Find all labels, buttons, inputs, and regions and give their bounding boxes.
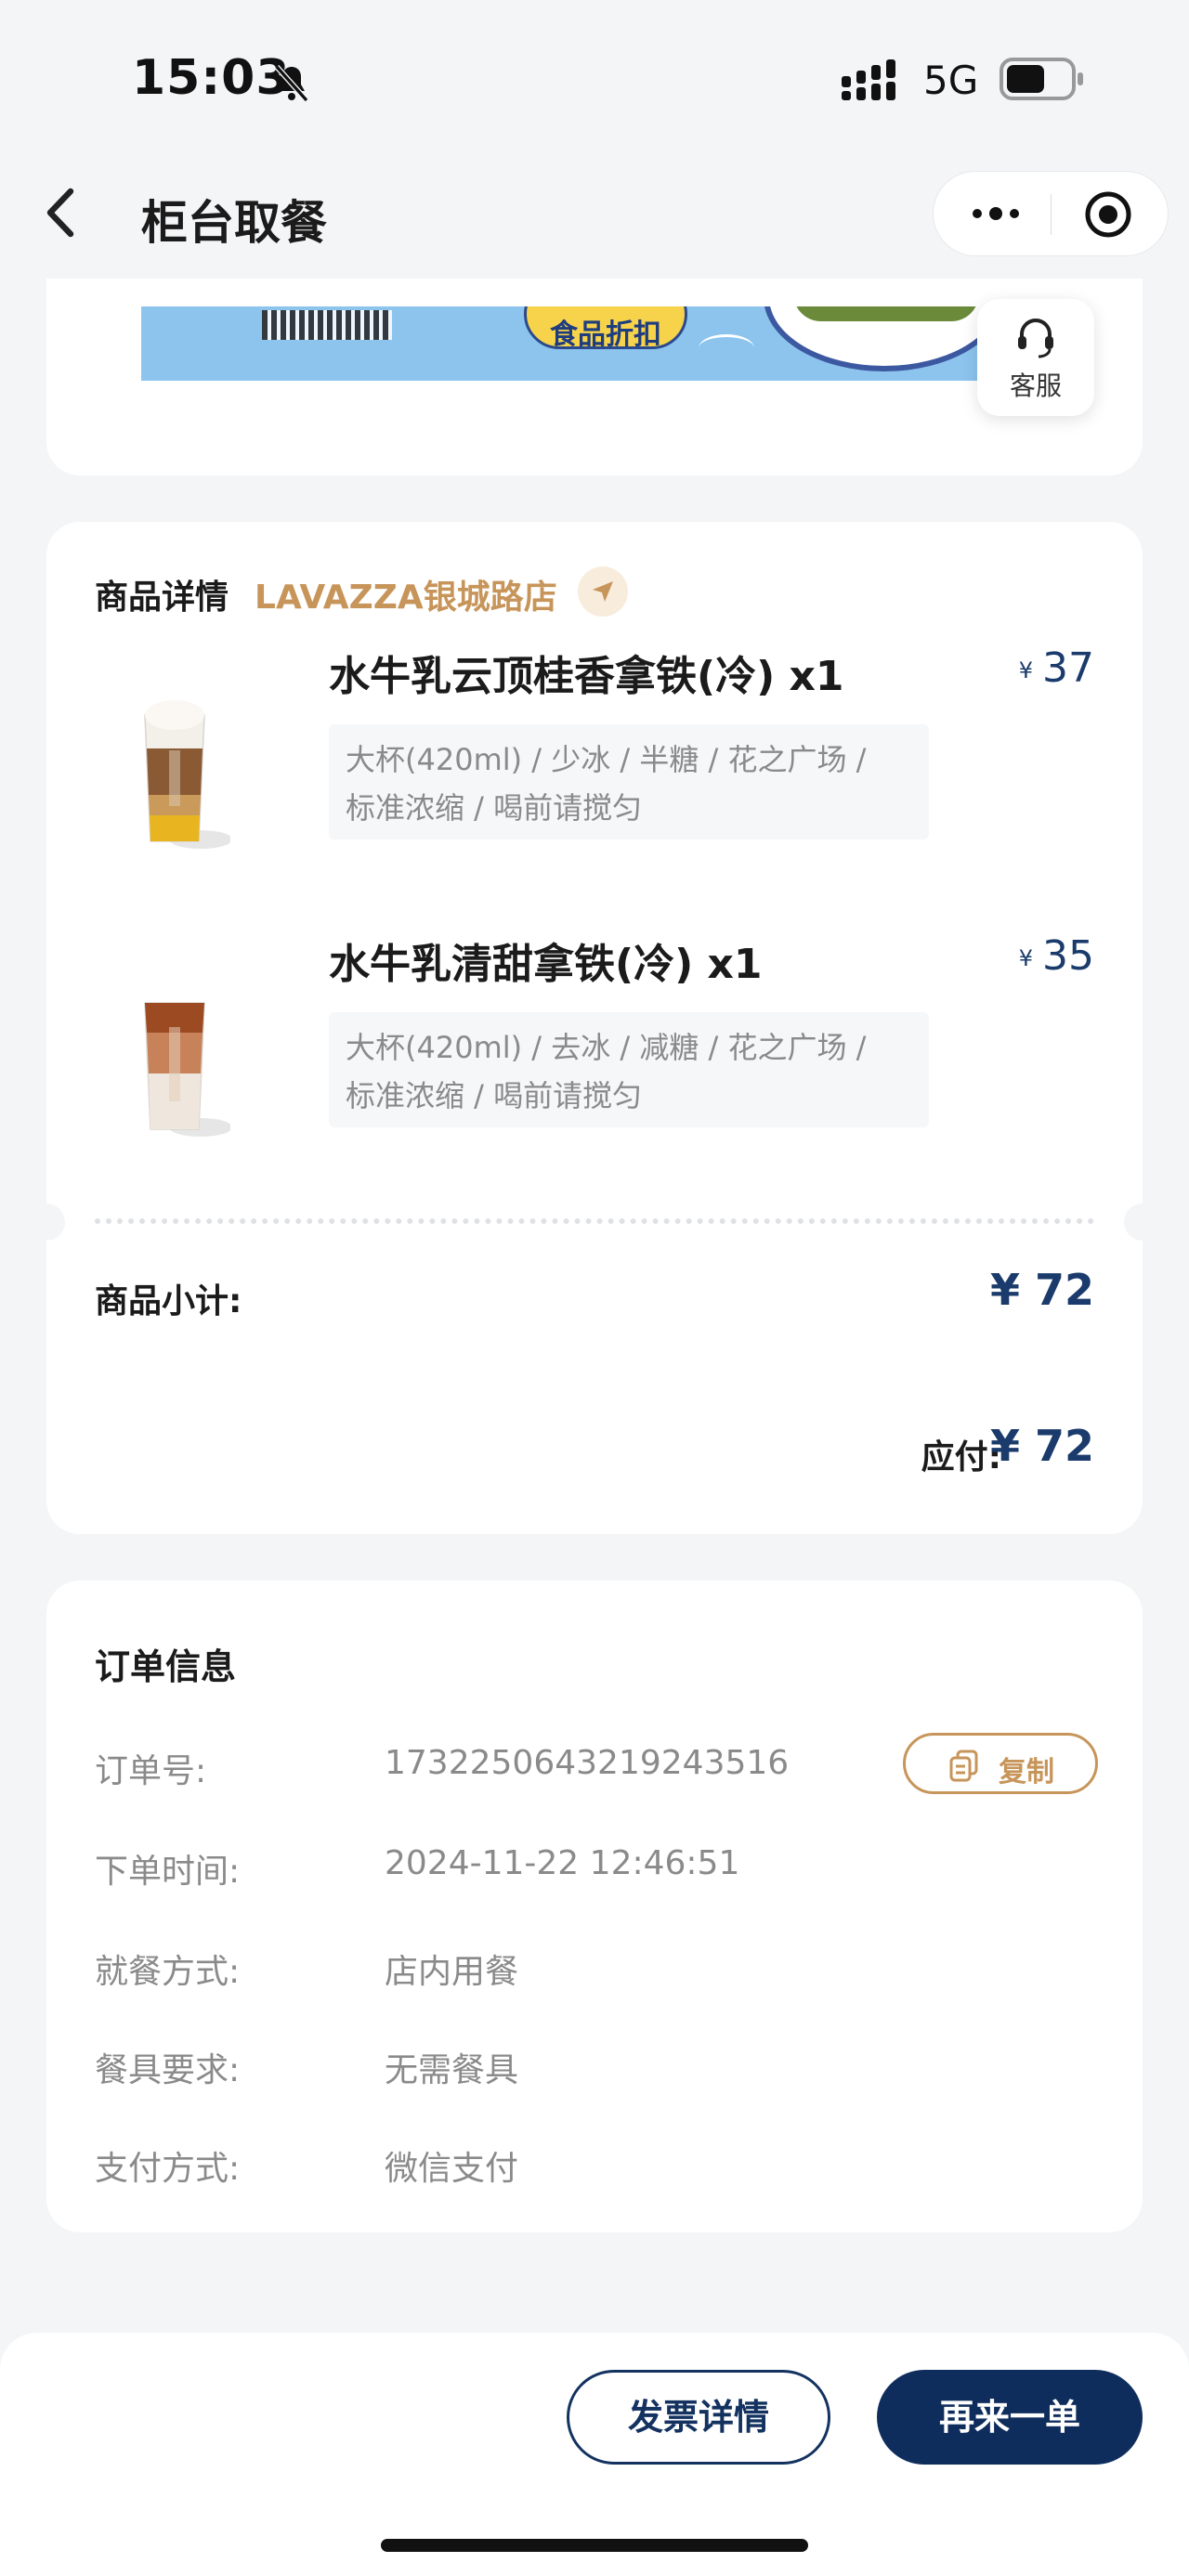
back-arrow-icon[interactable] — [33, 180, 89, 245]
payment-method-label: 支付方式: — [95, 2150, 241, 2188]
item-specs: 大杯(420ml) / 去冰 / 减糖 / 花之广场 / 标准浓缩 / 喝前请搅… — [329, 1012, 929, 1127]
item-spec-line: 大杯(420ml) / 少冰 / 半糖 / 花之广场 / — [346, 742, 867, 777]
divider-dots — [95, 1218, 1094, 1224]
subtotal-label: 商品小计: — [95, 1282, 242, 1321]
customer-service-label: 客服 — [1009, 371, 1062, 401]
order-number-value: 1732250643219243516 — [385, 1744, 790, 1782]
item-price: ¥35 — [1019, 932, 1094, 980]
page-title: 柜台取餐 — [141, 196, 327, 250]
more-dots-icon[interactable] — [969, 200, 1023, 228]
reorder-button[interactable]: 再来一单 — [877, 2370, 1143, 2465]
payment-method-row: 支付方式: 微信支付 — [95, 2141, 1098, 2197]
dotted-divider — [28, 1203, 1161, 1241]
store-location-button[interactable] — [578, 566, 628, 617]
cutlery-label: 餐具要求: — [95, 2051, 241, 2089]
banner-badge: 食品折扣 — [524, 306, 687, 351]
order-time-value: 2024-11-22 12:46:51 — [385, 1844, 740, 1882]
signal-icon — [842, 59, 895, 100]
item-price: ¥37 — [1019, 644, 1094, 692]
order-time-label: 下单时间: — [95, 1853, 241, 1891]
invoice-details-button[interactable]: 发票详情 — [567, 2370, 830, 2465]
network-type: 5G — [923, 58, 979, 103]
item-price-value: 35 — [1042, 932, 1094, 980]
currency-symbol: ¥ — [1018, 945, 1033, 971]
cutlery-row: 餐具要求: 无需餐具 — [95, 2043, 1098, 2099]
order-info-title: 订单信息 — [95, 1646, 237, 1687]
divider-notch — [1124, 1203, 1161, 1241]
product-details-title: 商品详情 — [95, 579, 229, 617]
order-item: 水牛乳云顶桂香拿铁(冷) x1 ¥37 大杯(420ml) / 少冰 / 半糖 … — [46, 643, 1143, 875]
status-bar: 15:03 5G — [0, 0, 1189, 158]
promo-banner[interactable]: 食品折扣 — [141, 306, 1052, 381]
store-name[interactable]: LAVAZZA银城路店 — [255, 570, 557, 618]
dining-mode-label: 就餐方式: — [95, 1953, 241, 1991]
item-quantity: x1 — [707, 941, 763, 988]
battery-icon — [1000, 58, 1083, 100]
order-item: 水牛乳清甜拿铁(冷) x1 ¥35 大杯(420ml) / 去冰 / 减糖 / … — [46, 930, 1143, 1163]
product-details-card: 商品详情 LAVAZZA银城路店 水牛乳云顶桂香拿铁(冷) x1 ¥37 大杯(… — [28, 522, 1161, 1534]
status-time: 15:03 — [132, 50, 291, 106]
dining-mode-value: 店内用餐 — [385, 1953, 519, 1991]
payment-method-value: 微信支付 — [385, 2150, 519, 2188]
drink-image — [144, 700, 230, 849]
copy-label: 复制 — [999, 1756, 1054, 1789]
item-name-text: 水牛乳云顶桂香拿铁(冷) — [329, 653, 776, 700]
customer-service-button[interactable]: 客服 — [977, 299, 1094, 416]
item-name-text: 水牛乳清甜拿铁(冷) — [329, 941, 694, 988]
banner-food-plate — [764, 306, 1005, 371]
navigation-arrow-icon — [593, 581, 613, 602]
item-specs: 大杯(420ml) / 少冰 / 半糖 / 花之广场 / 标准浓缩 / 喝前请搅… — [329, 724, 929, 839]
home-indicator[interactable] — [381, 2539, 808, 2552]
cutlery-value: 无需餐具 — [385, 2051, 519, 2089]
order-info-card: 订单信息 订单号: 1732250643219243516 复制 下单时间: 2… — [46, 1581, 1143, 2232]
order-time-row: 下单时间: 2024-11-22 12:46:51 — [95, 1844, 1098, 1900]
headset-icon — [1018, 319, 1053, 358]
item-spec-line: 标准浓缩 / 喝前请搅匀 — [346, 790, 643, 826]
drink-image — [144, 1002, 230, 1137]
item-name: 水牛乳清甜拿铁(冷) x1 — [329, 930, 763, 990]
item-quantity: x1 — [789, 653, 844, 700]
currency-symbol: ¥ — [1018, 657, 1033, 683]
banner-badge-text: 食品折扣 — [550, 319, 661, 351]
banner-qr-code — [262, 310, 392, 340]
divider-notch — [28, 1203, 65, 1241]
item-price-value: 37 — [1042, 644, 1094, 692]
order-number-row: 订单号: 1732250643219243516 复制 — [95, 1733, 1098, 1800]
subtotal-value: ¥ 72 — [989, 1265, 1094, 1315]
bell-off-icon — [274, 65, 309, 102]
order-number-label: 订单号: — [95, 1752, 207, 1790]
dining-mode-row: 就餐方式: 店内用餐 — [95, 1945, 1098, 2000]
item-spec-line: 大杯(420ml) / 去冰 / 减糖 / 花之广场 / — [346, 1030, 867, 1065]
item-name: 水牛乳云顶桂香拿铁(冷) x1 — [329, 643, 844, 702]
bottom-action-bar: 发票详情 再来一单 — [0, 2333, 1189, 2576]
banner-decoration — [699, 334, 754, 362]
miniprogram-capsule — [933, 171, 1169, 256]
capsule-divider — [1051, 194, 1052, 235]
copy-icon — [949, 1750, 978, 1782]
copy-button[interactable]: 复制 — [903, 1733, 1098, 1794]
close-target-icon[interactable] — [1084, 190, 1132, 239]
item-spec-line: 标准浓缩 / 喝前请搅匀 — [346, 1078, 643, 1113]
payable-value: ¥ 72 — [989, 1421, 1094, 1471]
